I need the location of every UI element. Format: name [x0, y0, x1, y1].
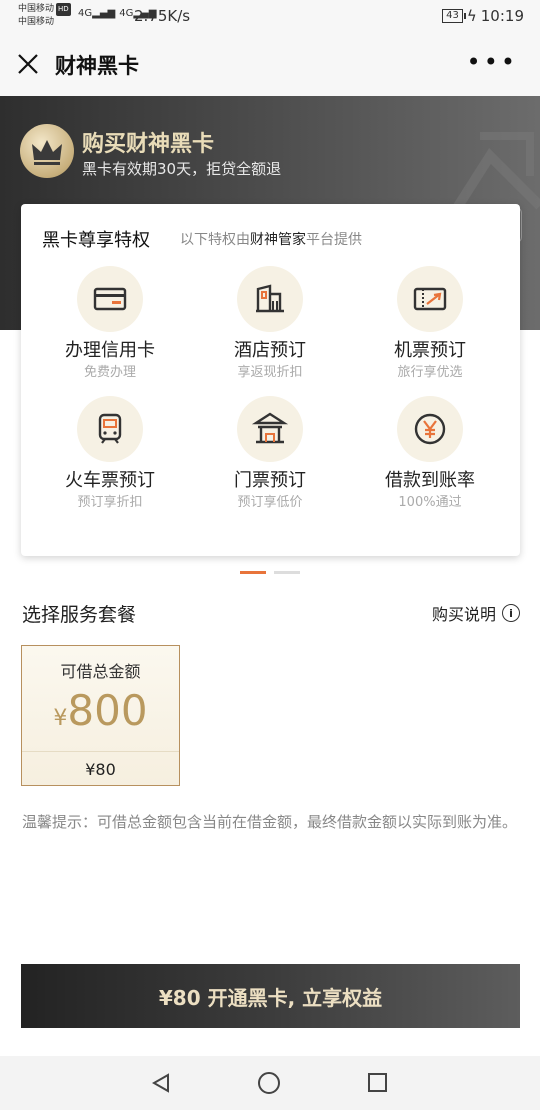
privileges-title: 黑卡尊享特权: [42, 230, 150, 251]
pager-dot[interactable]: [274, 571, 300, 574]
home-icon[interactable]: [258, 1072, 280, 1094]
privilege-desc: 100%通过: [398, 495, 462, 510]
more-options-icon[interactable]: •••: [467, 50, 518, 74]
package-price: ¥80: [85, 760, 116, 779]
currency-symbol: ¥: [53, 706, 68, 731]
system-nav-bar: [0, 1056, 540, 1110]
status-bar: 中国移动 HD 中国移动 4G▂▄▆ 4G▂▄▆ 2.75K/s 43 ϟ 10:…: [0, 0, 540, 34]
train-icon: [77, 396, 143, 462]
package-amount: ¥800: [22, 686, 179, 735]
privilege-name: 酒店预订: [234, 340, 306, 361]
battery-icon: 43: [442, 9, 466, 23]
package-label: 可借总金额: [60, 662, 141, 681]
carrier-1: 中国移动: [18, 4, 55, 14]
carrier-2: 中国移动: [18, 17, 55, 27]
nav-bar: 财神黑卡 •••: [0, 34, 540, 96]
network-speed: 2.75K/s: [134, 7, 191, 25]
purchase-instructions-link[interactable]: 购买说明 i: [432, 601, 520, 625]
page-title: 财神黑卡: [55, 54, 139, 78]
close-icon[interactable]: [16, 52, 40, 76]
privilege-item-flight[interactable]: 机票预订 旅行享优选: [347, 266, 513, 381]
credit-card-icon: [77, 266, 143, 332]
amount-value: 800: [67, 686, 148, 735]
privilege-desc: 预订享折扣: [77, 495, 143, 510]
privilege-item-credit-card[interactable]: 办理信用卡 免费办理: [27, 266, 193, 381]
clock: 10:19: [480, 7, 524, 25]
charging-icon: ϟ: [466, 7, 477, 25]
package-divider: [22, 751, 179, 752]
privilege-name: 火车票预订: [65, 470, 155, 491]
info-icon: i: [502, 604, 520, 622]
attraction-ticket-icon: [237, 396, 303, 462]
privilege-item-hotel[interactable]: 酒店预订 享返现折扣: [187, 266, 353, 381]
privilege-desc: 预订享低价: [237, 495, 303, 510]
purchase-instructions-label: 购买说明: [431, 605, 496, 624]
yen-coin-icon: [397, 396, 463, 462]
privilege-item-attraction[interactable]: 门票预订 预订享低价: [187, 396, 353, 511]
package-option-card[interactable]: 可借总金额 ¥800 ¥80: [21, 645, 180, 786]
privilege-name: 门票预订: [234, 470, 306, 491]
privilege-name: 办理信用卡: [65, 340, 155, 361]
provider-name: 财神管家: [250, 232, 306, 248]
pager-dot-active[interactable]: [240, 571, 266, 574]
hotel-icon: [237, 266, 303, 332]
package-section-title: 选择服务套餐: [22, 604, 137, 626]
warm-tip-text: 温馨提示：可借总金额包含当前在借金额，最终借款金额以实际到账为准。: [22, 813, 518, 831]
privileges-card: 黑卡尊享特权 以下特权由财神管家平台提供 办理信用卡 免费办理 酒店预订 享返现…: [21, 204, 520, 556]
carrier-info: 中国移动 HD 中国移动: [18, 3, 71, 29]
activate-black-card-button[interactable]: ¥80 开通黑卡, 立享权益: [21, 964, 520, 1028]
privilege-desc: 旅行享优选: [397, 365, 463, 380]
privilege-desc: 享返现折扣: [237, 365, 303, 380]
status-right: 43 ϟ 10:19: [442, 7, 524, 25]
signal-1-icon: 4G▂▄▆: [78, 8, 116, 19]
recent-apps-icon[interactable]: [368, 1073, 387, 1092]
privilege-item-train[interactable]: 火车票预订 预订享折扣: [27, 396, 193, 511]
carousel-pager: [240, 571, 300, 574]
flight-ticket-icon: [397, 266, 463, 332]
privilege-name: 机票预订: [394, 340, 466, 361]
privilege-item-loan[interactable]: 借款到账率 100%通过: [347, 396, 513, 511]
back-icon[interactable]: [150, 1072, 172, 1094]
banner-subtitle: 黑卡有效期30天，拒贷全额退: [82, 160, 282, 178]
crown-badge-icon: [20, 124, 74, 178]
banner-title: 购买财神黑卡: [82, 132, 215, 157]
hd-badge: HD: [56, 3, 71, 16]
privilege-desc: 免费办理: [83, 365, 136, 380]
privileges-provider-note: 以下特权由财神管家平台提供: [180, 232, 362, 248]
privilege-name: 借款到账率: [385, 470, 475, 491]
